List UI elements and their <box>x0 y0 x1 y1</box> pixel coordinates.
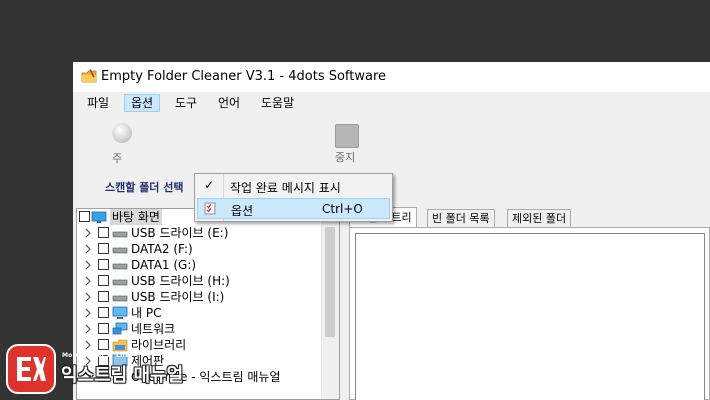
menu-language[interactable]: 언어 <box>212 94 246 112</box>
scrollbar-thumb[interactable] <box>325 227 335 337</box>
tree-checkbox[interactable] <box>98 243 109 254</box>
chevron-right-icon[interactable] <box>84 260 92 270</box>
stop-button-label: 중지 <box>335 151 356 164</box>
tree-checkbox[interactable] <box>98 227 109 238</box>
tree-item-label: USB 드라이브 (E:) <box>131 226 229 240</box>
drive-icon <box>112 231 128 238</box>
menu-item-label: 작업 완료 메시지 표시 <box>230 181 341 195</box>
tree-scrollbar[interactable] <box>321 209 339 399</box>
menu-item-show-completion-message[interactable]: ✓ 작업 완료 메시지 표시 <box>197 176 390 197</box>
tree-item-data1[interactable]: DATA1 (G:) <box>77 257 321 273</box>
tree-checkbox[interactable] <box>98 275 109 286</box>
tree-item-my-pc[interactable]: 내 PC <box>77 305 321 321</box>
tree-checkbox[interactable] <box>98 323 109 334</box>
tree-item-label: 내 PC <box>131 306 162 320</box>
computer-icon <box>112 306 128 319</box>
tree-item-label: USB 드라이브 (I:) <box>131 290 225 304</box>
toolbar: 주 중지 <box>73 114 710 174</box>
tree-checkbox[interactable] <box>79 211 90 222</box>
window-title: Empty Folder Cleaner V3.1 - 4dots Softwa… <box>101 69 387 84</box>
drive-icon <box>112 295 128 302</box>
folder-broom-icon <box>81 69 97 83</box>
scan-folder-label: 스캔할 폴더 선택 <box>105 181 184 194</box>
tree-item-usb-i[interactable]: USB 드라이브 (I:) <box>77 289 321 305</box>
stop-button[interactable]: 중지 <box>73 114 373 169</box>
drive-icon <box>112 263 128 270</box>
tree-item-usb-e[interactable]: USB 드라이브 (E:) <box>77 225 321 241</box>
tree-item-label: DATA2 (F:) <box>131 242 193 256</box>
watermark-logo-icon <box>6 344 56 394</box>
menu-options[interactable]: 옵션 <box>124 94 161 112</box>
tab-excluded-folders[interactable]: 제외된 폴더 <box>507 209 572 227</box>
tree-item-label: 네트워크 <box>131 322 176 336</box>
options-dropdown-menu: ✓ 작업 완료 메시지 표시 옵션 Ctrl+O <box>194 173 393 222</box>
stop-icon <box>335 124 359 148</box>
chevron-right-icon[interactable] <box>84 228 92 238</box>
menu-item-options[interactable]: 옵션 Ctrl+O <box>197 198 390 219</box>
drive-icon <box>112 279 128 286</box>
watermark: More Better IT Life 익스트림 매뉴얼 <box>6 342 206 397</box>
tree-checkbox[interactable] <box>98 291 109 302</box>
watermark-tagline: More Better IT Life <box>62 352 130 359</box>
tree-item-label: DATA1 (G:) <box>131 258 197 272</box>
empty-folder-tree-view[interactable] <box>355 233 705 400</box>
tree-checkbox[interactable] <box>98 307 109 318</box>
chevron-right-icon[interactable] <box>84 292 92 302</box>
chevron-right-icon[interactable] <box>84 276 92 286</box>
menu-file[interactable]: 파일 <box>81 94 115 112</box>
result-tabs: 빈 폴더 트리 빈 폴더 목록 제외된 폴더 <box>349 207 710 228</box>
checklist-icon <box>204 202 216 215</box>
tree-item-network[interactable]: 네트워크 <box>77 321 321 337</box>
tree-checkbox[interactable] <box>98 259 109 270</box>
menu-item-label: 옵션 <box>231 204 254 218</box>
chevron-right-icon[interactable] <box>84 308 92 318</box>
desktop-icon <box>91 211 107 223</box>
tree-item-data2[interactable]: DATA2 (F:) <box>77 241 321 257</box>
tree-item-label: 바탕 화면 <box>110 209 162 225</box>
menu-bar: 파일 옵션 도구 언어 도움말 <box>73 92 710 114</box>
network-icon <box>112 322 128 335</box>
chevron-right-icon[interactable] <box>84 244 92 254</box>
tree-item-label: USB 드라이브 (H:) <box>131 274 230 288</box>
chevron-right-icon[interactable] <box>84 324 92 334</box>
menu-help[interactable]: 도움말 <box>255 94 300 112</box>
menu-tools[interactable]: 도구 <box>169 94 203 112</box>
watermark-title: 익스트림 매뉴얼 <box>61 365 184 386</box>
title-bar: Empty Folder Cleaner V3.1 - 4dots Softwa… <box>73 62 710 92</box>
menu-item-shortcut: Ctrl+O <box>322 202 363 216</box>
drive-icon <box>112 247 128 254</box>
check-icon: ✓ <box>204 178 215 192</box>
tab-empty-folder-list[interactable]: 빈 폴더 목록 <box>427 209 495 227</box>
tab-panel <box>349 227 710 400</box>
tree-item-usb-h[interactable]: USB 드라이브 (H:) <box>77 273 321 289</box>
